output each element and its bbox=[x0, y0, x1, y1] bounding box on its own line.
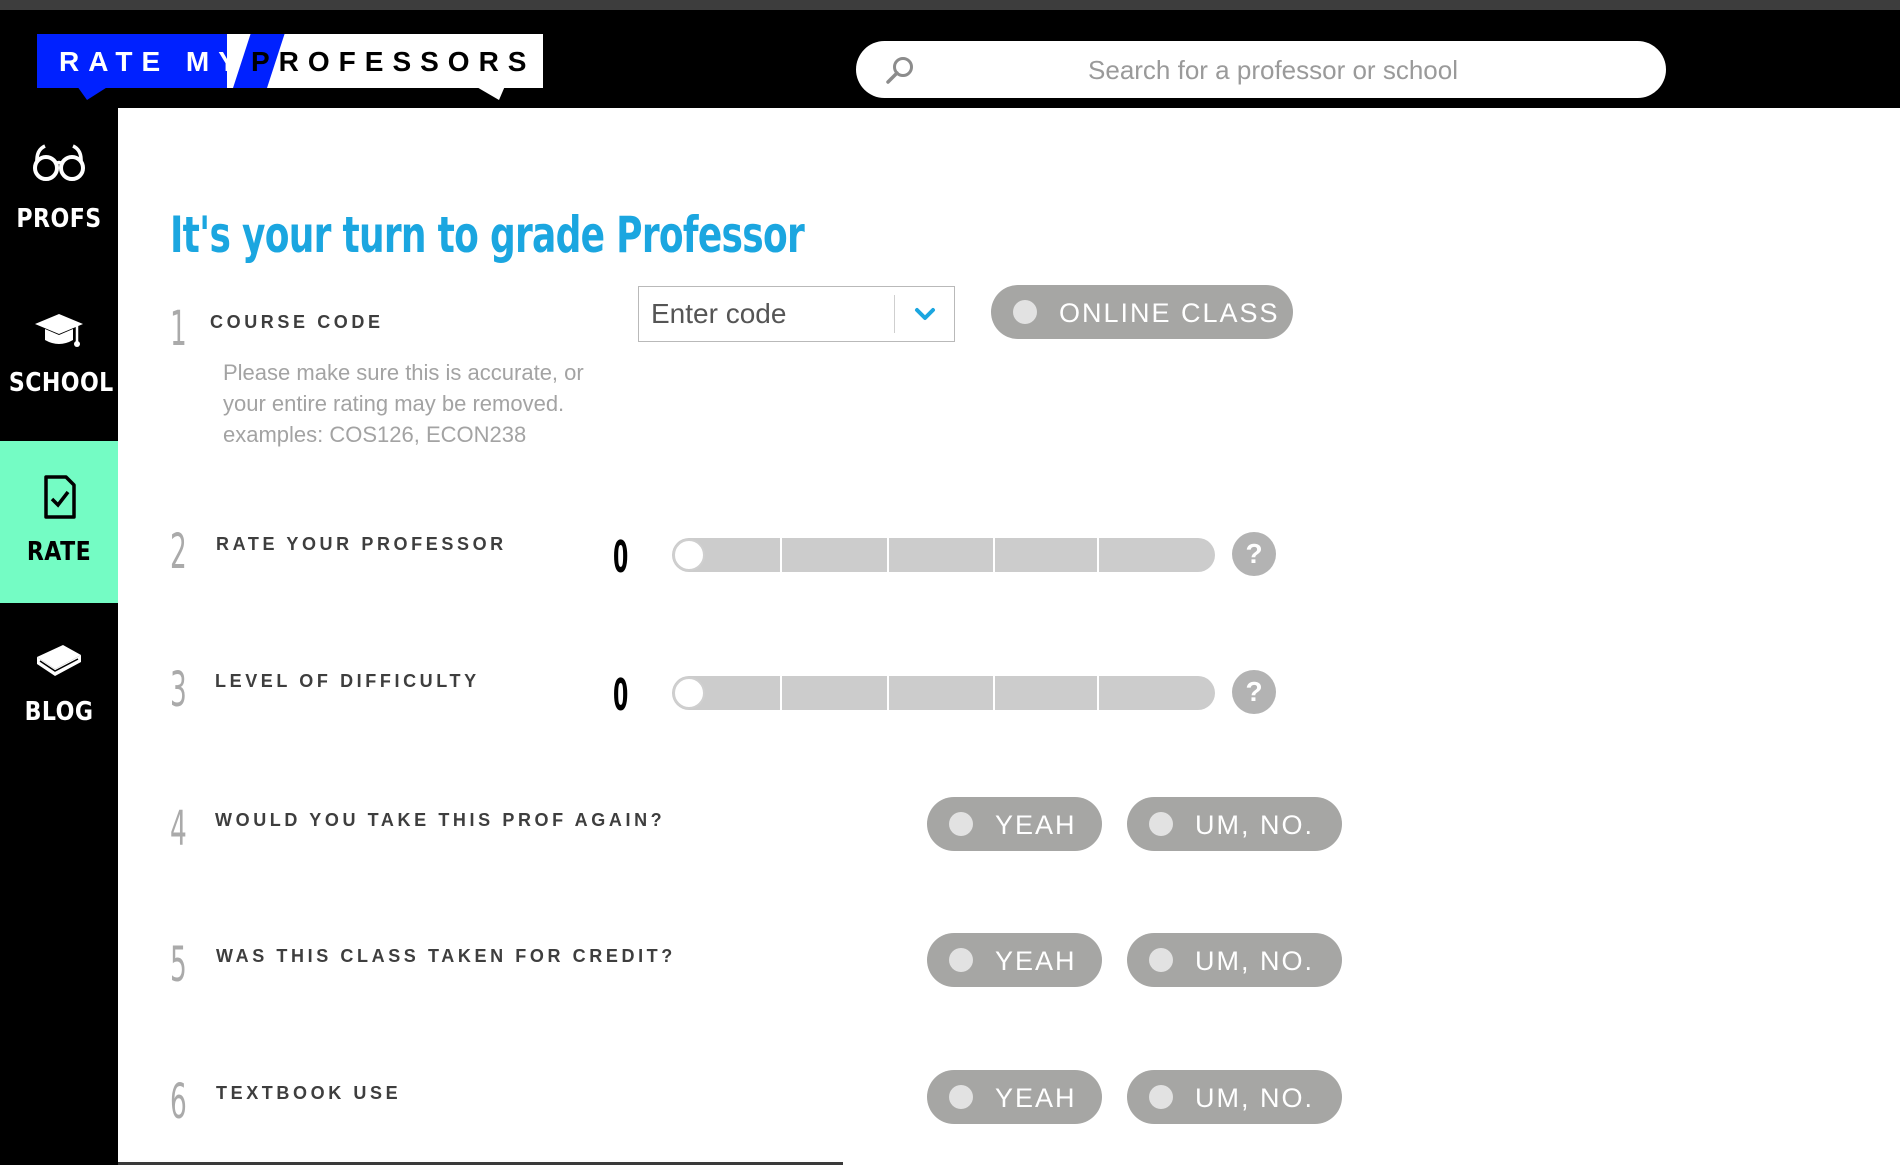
sidebar-item-rate[interactable]: RATE bbox=[0, 441, 118, 603]
question-number: 4 bbox=[170, 801, 187, 857]
sidebar-item-label: RATE bbox=[26, 537, 92, 567]
textbook-no-button[interactable]: UM, NO. bbox=[1127, 1070, 1342, 1124]
for-credit-yes-button[interactable]: YEAH bbox=[927, 933, 1102, 987]
sidebar-item-school[interactable]: SCHOOL bbox=[0, 270, 118, 432]
sidebar: PROFS SCHOOL RATE BLOG bbox=[0, 108, 118, 1165]
chevron-down-icon[interactable] bbox=[901, 297, 949, 331]
course-code-input[interactable] bbox=[649, 293, 893, 335]
sidebar-item-label: PROFS bbox=[16, 204, 102, 234]
difficulty-slider[interactable] bbox=[672, 676, 1215, 710]
question-number: 6 bbox=[170, 1074, 187, 1130]
graduation-cap-icon bbox=[35, 314, 83, 347]
radio-indicator bbox=[1149, 1085, 1173, 1109]
rate-document-icon bbox=[44, 475, 76, 519]
question-label-textbook-use: TEXTBOOK USE bbox=[216, 1083, 402, 1103]
search-bar[interactable] bbox=[856, 41, 1666, 98]
slider-handle[interactable] bbox=[673, 539, 705, 571]
sidebar-item-profs[interactable]: PROFS bbox=[0, 108, 118, 270]
course-code-help-text: Please make sure this is accurate, or yo… bbox=[223, 360, 584, 447]
search-icon bbox=[886, 57, 913, 84]
textbook-yes-button[interactable]: YEAH bbox=[927, 1070, 1102, 1124]
sidebar-item-label: SCHOOL bbox=[8, 368, 114, 398]
radio-indicator bbox=[949, 948, 973, 972]
question-number: 1 bbox=[170, 301, 187, 357]
question-label-take-again: WOULD YOU TAKE THIS PROF AGAIN? bbox=[215, 810, 666, 830]
course-code-field[interactable] bbox=[638, 286, 955, 342]
question-label-difficulty: LEVEL OF DIFFICULTY bbox=[215, 671, 480, 691]
take-again-yes-button[interactable]: YEAH bbox=[927, 797, 1102, 851]
take-again-no-button[interactable]: UM, NO. bbox=[1127, 797, 1342, 851]
sidebar-item-label: BLOG bbox=[24, 697, 94, 727]
question-label-course-code: COURSE CODE bbox=[210, 312, 384, 332]
search-input[interactable] bbox=[946, 49, 1600, 91]
for-credit-no-button[interactable]: UM, NO. bbox=[1127, 933, 1342, 987]
book-icon bbox=[37, 645, 81, 676]
professor-rating-slider[interactable] bbox=[672, 538, 1215, 572]
help-icon[interactable]: ? bbox=[1232, 532, 1276, 576]
slider-handle[interactable] bbox=[673, 677, 705, 709]
question-label-rate-professor: RATE YOUR PROFESSOR bbox=[216, 534, 507, 554]
sidebar-item-blog[interactable]: BLOG bbox=[0, 603, 118, 765]
radio-indicator bbox=[949, 812, 973, 836]
difficulty-value: 0 bbox=[613, 670, 629, 721]
question-number: 2 bbox=[170, 524, 187, 580]
question-label-for-credit: WAS THIS CLASS TAKEN FOR CREDIT? bbox=[216, 946, 676, 966]
question-number: 3 bbox=[170, 662, 187, 718]
radio-indicator bbox=[1013, 300, 1037, 324]
logo-text-professors: PROFESSORS bbox=[251, 46, 536, 77]
logo-text-rate-my: RATE MY bbox=[59, 46, 246, 77]
online-class-toggle[interactable]: ONLINE CLASS bbox=[991, 285, 1293, 339]
radio-indicator bbox=[949, 1085, 973, 1109]
online-class-label: ONLINE CLASS bbox=[1059, 298, 1280, 328]
site-logo[interactable]: RATE MY PROFESSORS bbox=[37, 24, 543, 103]
window-top-strip bbox=[0, 0, 1900, 10]
question-number: 5 bbox=[170, 937, 187, 993]
rating-form: It's your turn to grade Professor 1 COUR… bbox=[118, 108, 1900, 1165]
header: RATE MY PROFESSORS bbox=[0, 10, 1900, 108]
glasses-icon bbox=[33, 144, 85, 181]
page-title: It's your turn to grade Professor bbox=[170, 206, 805, 264]
radio-indicator bbox=[1149, 948, 1173, 972]
radio-indicator bbox=[1149, 812, 1173, 836]
rating-value: 0 bbox=[613, 532, 629, 583]
help-icon[interactable]: ? bbox=[1232, 670, 1276, 714]
